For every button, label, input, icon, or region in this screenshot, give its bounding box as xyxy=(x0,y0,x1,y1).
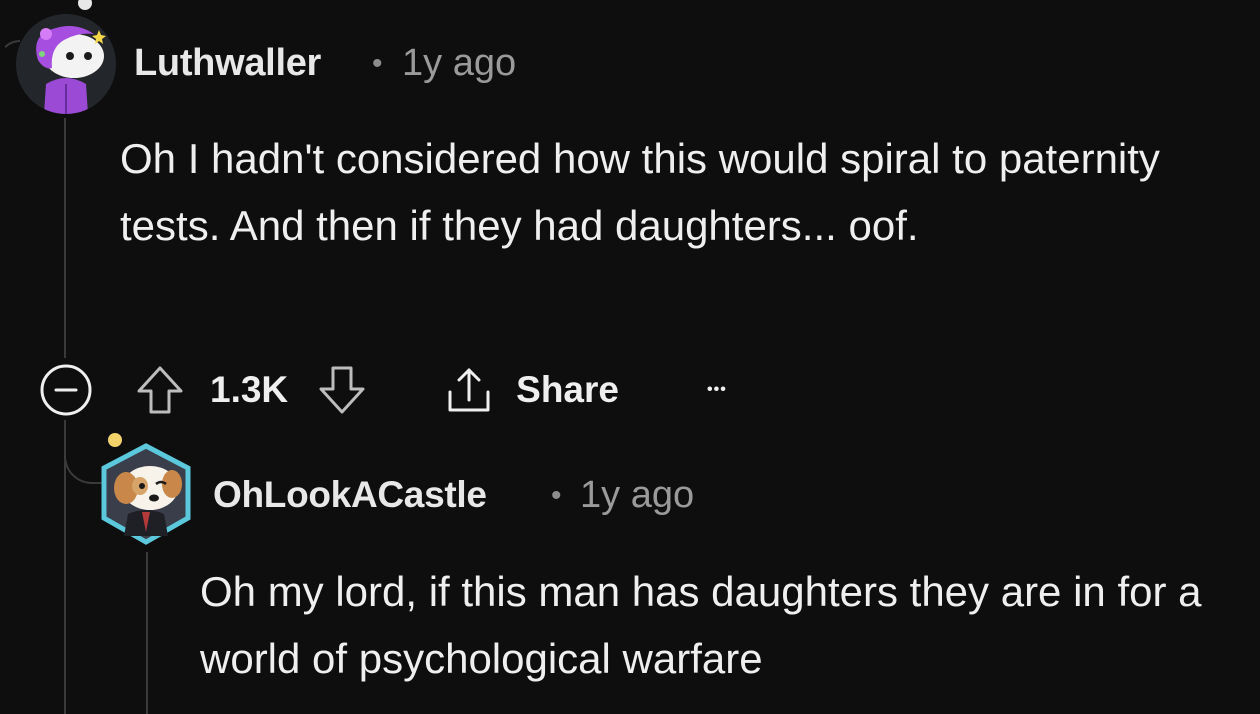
thread-line-comment-1[interactable] xyxy=(64,118,66,358)
upvote-arrow-icon xyxy=(137,366,183,414)
downvote-arrow-icon xyxy=(319,366,365,414)
more-options-icon: ••• xyxy=(707,381,727,398)
avatar-luthwaller[interactable] xyxy=(16,14,116,114)
collapse-minus-icon xyxy=(40,364,92,416)
comment-action-bar: 1.3K Share ••• xyxy=(38,362,727,418)
comment-timestamp[interactable]: 1y ago xyxy=(402,42,516,85)
thread-line-comment-2[interactable] xyxy=(146,552,148,714)
comment-body: Oh I hadn't considered how this would sp… xyxy=(120,135,1160,249)
avatar-image xyxy=(101,443,191,545)
downvote-button[interactable] xyxy=(314,362,370,418)
vote-score: 1.3K xyxy=(210,369,289,410)
collapse-thread-button[interactable] xyxy=(38,362,94,418)
meta-separator: • xyxy=(551,479,562,512)
share-icon xyxy=(448,368,490,412)
avatar-antenna xyxy=(108,433,122,447)
reply-body: Oh my lord, if this man has daughters th… xyxy=(200,568,1202,682)
upvote-button[interactable] xyxy=(132,362,188,418)
avatar-image xyxy=(16,14,116,114)
share-button[interactable]: Share xyxy=(444,362,619,418)
reply-timestamp[interactable]: 1y ago xyxy=(580,474,694,517)
meta-separator: • xyxy=(372,47,383,80)
reply-author-username[interactable]: OhLookACastle xyxy=(213,474,487,516)
comment-thread: Luthwaller • 1y ago Oh I hadn't consider… xyxy=(0,0,1260,714)
avatar-antenna xyxy=(78,0,92,10)
comment-author-username[interactable]: Luthwaller xyxy=(134,42,321,85)
share-label: Share xyxy=(516,369,619,410)
more-options-button[interactable]: ••• xyxy=(707,362,727,418)
avatar-ohlookacastle[interactable] xyxy=(98,440,194,546)
